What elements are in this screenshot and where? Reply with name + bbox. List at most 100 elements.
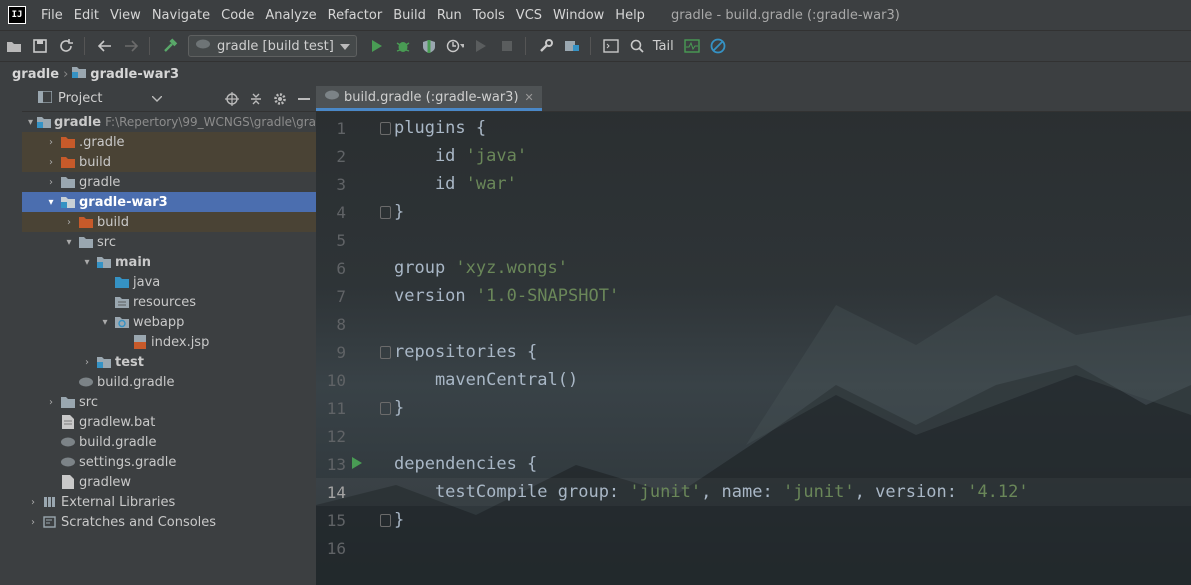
hide-panel-icon[interactable] [294,89,314,109]
code-line[interactable]: 13 dependencies { [316,450,1191,478]
menu-help[interactable]: Help [610,8,651,23]
terminal-window-icon[interactable] [602,37,620,55]
open-folder-icon[interactable] [5,37,23,55]
fold-marker-icon[interactable] [380,402,391,415]
close-icon[interactable]: ✕ [525,91,534,104]
tree-item[interactable]: build.gradle [22,372,316,392]
chevron-down-icon[interactable]: ▾ [44,197,58,208]
gear-icon[interactable] [270,89,290,109]
chevron-right-icon[interactable]: › [44,137,58,148]
build-hammer-icon[interactable] [161,37,179,55]
settings-wrench-icon[interactable] [537,37,555,55]
breadcrumb-item-root[interactable]: gradle [12,67,59,82]
stop-icon[interactable] [498,37,516,55]
fold-marker-icon[interactable] [380,122,391,135]
save-all-icon[interactable] [31,37,49,55]
tree-item[interactable]: › Scratches and Consoles [22,512,316,532]
menu-build[interactable]: Build [388,8,432,23]
fold-marker-icon[interactable] [380,346,391,359]
chevron-right-icon[interactable]: › [26,517,40,528]
code-line[interactable]: 4} [316,198,1191,226]
activity-monitor-icon[interactable] [683,37,701,55]
resume-icon[interactable] [472,37,490,55]
chevron-right-icon[interactable]: › [62,217,76,228]
chevron-down-icon[interactable]: ▾ [80,257,94,268]
chevron-down-icon[interactable]: ▾ [26,117,35,128]
code-line[interactable]: 6 group 'xyz.wongs' [316,254,1191,282]
project-structure-icon[interactable] [563,37,581,55]
menu-code[interactable]: Code [216,8,260,23]
code-line[interactable]: 10 mavenCentral() [316,366,1191,394]
tree-item[interactable]: java [22,272,316,292]
menu-navigate[interactable]: Navigate [147,8,216,23]
fold-marker-icon[interactable] [380,514,391,527]
chevron-down-icon[interactable]: ▾ [98,317,112,328]
run-gutter-icon[interactable] [352,457,362,469]
tree-item[interactable]: › build [22,152,316,172]
tree-item[interactable]: › gradle [22,172,316,192]
profile-timer-icon[interactable] [446,37,464,55]
code-line[interactable]: 12 [316,422,1191,450]
menu-edit[interactable]: Edit [69,8,105,23]
code-line[interactable]: 2 id 'java' [316,142,1191,170]
code-line[interactable]: 11} [316,394,1191,422]
chevron-down-icon[interactable]: ▾ [62,237,76,248]
code-line[interactable]: 8 [316,310,1191,338]
fold-marker-icon[interactable] [380,206,391,219]
tree-item[interactable]: ▾ webapp [22,312,316,332]
debug-bug-icon[interactable] [394,37,412,55]
menu-refactor[interactable]: Refactor [323,8,389,23]
tail-button[interactable]: Tail [653,39,674,54]
chevron-right-icon[interactable]: › [44,397,58,408]
menu-vcs[interactable]: VCS [511,8,548,23]
forward-arrow-icon[interactable] [122,37,140,55]
breadcrumb-item-module[interactable]: gradle-war3 [90,67,179,82]
chevron-right-icon[interactable]: › [44,177,58,188]
tree-item[interactable]: index.jsp [22,332,316,352]
run-configuration-select[interactable]: gradle [build test] [188,35,357,57]
tree-item[interactable]: build.gradle [22,432,316,452]
sync-icon[interactable] [57,37,75,55]
menu-view[interactable]: View [105,8,147,23]
search-icon[interactable] [628,37,646,55]
tree-item[interactable]: › src [22,392,316,412]
code-line[interactable]: 16 [316,534,1191,562]
code-line[interactable]: 5 [316,226,1191,254]
project-panel-title[interactable]: Project [58,91,102,106]
tree-item[interactable]: › build [22,212,316,232]
tree-item-selected[interactable]: ▾ gradle-war3 [22,192,316,212]
tab-build-gradle[interactable]: build.gradle (:gradle-war3) ✕ [316,86,542,111]
tree-item-root[interactable]: ▾ gradle F:\Repertory\99_WCNGS\gradle\gr… [22,112,316,132]
tree-item[interactable]: gradlew [22,472,316,492]
locate-crosshair-icon[interactable] [222,89,242,109]
tree-item[interactable]: ▾ src [22,232,316,252]
code-editor[interactable]: build.gradle (:gradle-war3) ✕ 1 plugins {… [316,86,1191,585]
chevron-right-icon[interactable]: › [26,497,40,508]
menu-run[interactable]: Run [432,8,468,23]
code-line[interactable]: 1 plugins { [316,114,1191,142]
collapse-all-icon[interactable] [246,89,266,109]
code-line[interactable]: 3 id 'war' [316,170,1191,198]
code-line[interactable]: 14 testCompile group: 'junit', name: 'ju… [316,478,1191,506]
tree-item[interactable]: › .gradle [22,132,316,152]
chevron-right-icon[interactable]: › [44,157,58,168]
run-icon[interactable] [368,37,386,55]
code-line[interactable]: 7 version '1.0-SNAPSHOT' [316,282,1191,310]
menu-window[interactable]: Window [548,8,610,23]
tree-item[interactable]: resources [22,292,316,312]
coverage-shield-icon[interactable] [420,37,438,55]
code-line[interactable]: 15} [316,506,1191,534]
back-arrow-icon[interactable] [96,37,114,55]
tree-item[interactable]: gradlew.bat [22,412,316,432]
menu-file[interactable]: File [36,8,69,23]
tree-item[interactable]: › test [22,352,316,372]
tree-item[interactable]: settings.gradle [22,452,316,472]
tree-item[interactable]: › External Libraries [22,492,316,512]
code-line[interactable]: 9 repositories { [316,338,1191,366]
menu-analyze[interactable]: Analyze [260,8,322,23]
tree-item[interactable]: ▾ main [22,252,316,272]
chevron-down-icon[interactable] [151,91,163,106]
menu-tools[interactable]: Tools [468,8,511,23]
code-area[interactable]: 1 plugins {2 id 'java' 3 id 'war' 4} 5 6 group… [316,114,1191,585]
chevron-right-icon[interactable]: › [80,357,94,368]
